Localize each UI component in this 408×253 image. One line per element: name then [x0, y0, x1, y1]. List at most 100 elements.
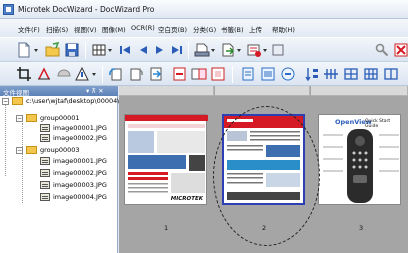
- tree-root-label: c:\user\wjtaf\desktop\00004\: [26, 97, 120, 105]
- sort-icon[interactable]: [304, 66, 320, 82]
- barcode-icon[interactable]: [260, 66, 276, 82]
- tree-item[interactable]: image00002.JPG: [40, 133, 107, 143]
- collapse-icon[interactable]: −: [2, 98, 9, 105]
- rotate-right-icon[interactable]: [128, 66, 144, 82]
- menu-scan[interactable]: 扫描(S): [46, 24, 68, 34]
- export-document-icon[interactable]: [220, 42, 236, 58]
- open-folder-icon[interactable]: [45, 42, 61, 58]
- blank-page-detect-icon[interactable]: [280, 66, 296, 82]
- main-toolbar: test1: [0, 37, 408, 94]
- menu-upload[interactable]: 上传: [249, 24, 262, 34]
- dropdown-arrow-icon[interactable]: [34, 49, 38, 52]
- thumbnail-view: MICROTEK 1 2 OpenView Quick Start Guide: [119, 86, 408, 253]
- image-file-icon: [40, 134, 50, 142]
- tree-item[interactable]: image00002.JPG: [40, 168, 107, 178]
- image-file-icon: [40, 157, 50, 165]
- collapse-icon[interactable]: −: [16, 147, 23, 154]
- tree-item-label: image00002.JPG: [53, 169, 107, 177]
- layout-tiles-icon[interactable]: [363, 66, 379, 82]
- flip-icon[interactable]: [148, 66, 164, 82]
- window-title: Microtek DocWizard - DocWizard Pro: [18, 5, 155, 14]
- folder-icon: [26, 114, 37, 122]
- tree-item[interactable]: image00003.JPG: [40, 180, 107, 190]
- previous-page-icon[interactable]: [135, 42, 151, 58]
- tree-item[interactable]: image00001.JPG: [40, 156, 107, 166]
- tree-item[interactable]: image00004.JPG: [40, 192, 107, 202]
- scan-icon[interactable]: [194, 42, 210, 58]
- column-header: [215, 86, 310, 96]
- toolbar-separator: [188, 42, 189, 59]
- crop-icon[interactable]: [16, 66, 32, 82]
- save-icon[interactable]: [64, 42, 80, 58]
- file-tree: − c:\user\wjtaf\desktop\00004\ − group00…: [0, 96, 119, 253]
- page-thumbnail[interactable]: OpenView Quick Start Guide: [318, 114, 401, 205]
- dropdown-arrow-icon[interactable]: [108, 49, 112, 52]
- last-page-icon[interactable]: [169, 42, 185, 58]
- tree-item-label: image00001.JPG: [53, 157, 107, 165]
- menu-file[interactable]: 文件(F): [18, 24, 40, 34]
- tree-group-label: group00003: [40, 146, 80, 154]
- app-icon: [3, 4, 14, 15]
- collapse-icon[interactable]: −: [16, 115, 23, 122]
- image-toolbar: [0, 62, 408, 86]
- page-thumbnail[interactable]: MICROTEK: [124, 114, 208, 205]
- thumbnail-grid-icon[interactable]: [91, 42, 107, 58]
- page-number: 1: [164, 224, 169, 232]
- folder-icon: [26, 146, 37, 154]
- tree-group-node: group00003: [26, 145, 80, 155]
- merge-page-icon[interactable]: [210, 66, 226, 82]
- image-file-icon: [40, 124, 50, 132]
- page-settings-icon[interactable]: [270, 42, 286, 58]
- toolbar-separator: [232, 66, 233, 83]
- tree-item-label: image00003.JPG: [53, 181, 107, 189]
- menu-image[interactable]: 图像(M): [102, 24, 126, 34]
- panel-controls[interactable]: ▾ ⊼ ✕: [86, 87, 104, 95]
- send-document-icon[interactable]: [246, 42, 262, 58]
- menu-ocr[interactable]: OCR(R): [131, 24, 155, 32]
- image-file-icon: [40, 193, 50, 201]
- tree-item-label: image00001.JPG: [53, 124, 107, 132]
- menu-view[interactable]: 视图(V): [74, 24, 97, 34]
- tree-root-node: c:\user\wjtaf\desktop\00004\: [12, 96, 119, 106]
- delete-icon[interactable]: [393, 42, 408, 58]
- rotate-left-icon[interactable]: [108, 66, 124, 82]
- new-document-icon[interactable]: [16, 42, 32, 58]
- column-header: [311, 86, 408, 96]
- column-header: [119, 86, 214, 96]
- tree-group-node: group00001: [26, 113, 80, 123]
- layout-columns-icon[interactable]: [323, 66, 339, 82]
- tree-line: [5, 104, 6, 176]
- tree-item[interactable]: image00001.JPG: [40, 123, 107, 133]
- remote-control-image: [323, 129, 399, 203]
- first-page-icon[interactable]: [117, 42, 133, 58]
- menu-classify[interactable]: 分类(G): [193, 24, 216, 34]
- dropdown-arrow-icon[interactable]: [211, 49, 215, 52]
- split-page-icon[interactable]: [191, 66, 207, 82]
- selection-lasso: [213, 106, 320, 246]
- layout-grid-icon[interactable]: [343, 66, 359, 82]
- ocr-page-icon[interactable]: [240, 66, 256, 82]
- layout-large-icon[interactable]: [383, 66, 399, 82]
- search-icon[interactable]: [374, 42, 390, 58]
- menu-blank-page[interactable]: 空白页(B): [158, 24, 187, 34]
- menu-bookmark[interactable]: 书籤(B): [221, 24, 244, 34]
- next-page-icon[interactable]: [152, 42, 168, 58]
- image-file-icon: [40, 169, 50, 177]
- menu-bar: 文件(F) 扫描(S) 视图(V) 图像(M) OCR(R) 空白页(B) 分类…: [0, 19, 408, 37]
- despeckle-icon[interactable]: [56, 66, 72, 82]
- dropdown-arrow-icon[interactable]: [92, 73, 96, 76]
- page-red-icon[interactable]: [172, 66, 188, 82]
- image-file-icon: [40, 181, 50, 189]
- menu-help[interactable]: 帮助(H): [272, 24, 295, 34]
- page-preview-image: [125, 115, 208, 193]
- tree-line: [22, 153, 23, 203]
- toolbar-separator: [102, 66, 103, 83]
- color-adjust-icon[interactable]: [74, 66, 90, 82]
- dropdown-arrow-icon[interactable]: [237, 49, 241, 52]
- deskew-icon[interactable]: [36, 66, 52, 82]
- page-brand: MICROTEK: [170, 196, 203, 202]
- dropdown-arrow-icon[interactable]: [263, 49, 267, 52]
- file-view-panel: 文件视图 ▾ ⊼ ✕ − c:\user\wjtaf\desktop\00004…: [0, 86, 119, 253]
- tree-group-label: group00001: [40, 114, 80, 122]
- tree-item-label: image00002.JPG: [53, 134, 107, 142]
